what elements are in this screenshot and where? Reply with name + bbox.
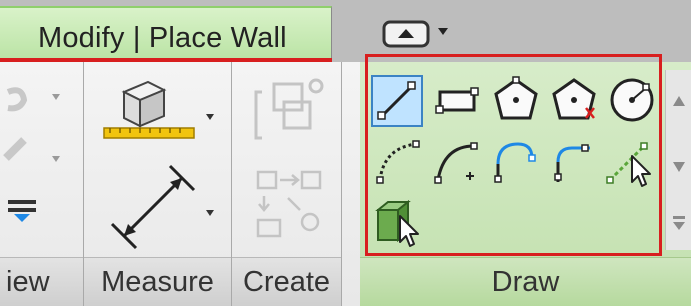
tab-label: Modify | Place Wall bbox=[38, 22, 287, 54]
panel-measure: Measure bbox=[84, 62, 232, 306]
view-tools-icon[interactable] bbox=[0, 82, 80, 222]
panel-create: Create bbox=[232, 62, 342, 306]
create-tools-icon bbox=[254, 78, 324, 238]
panel-view: iew bbox=[0, 62, 84, 306]
aligned-dimension-icon[interactable] bbox=[98, 164, 228, 254]
panel-create-title: Create bbox=[232, 257, 341, 306]
panel-measure-title: Measure bbox=[84, 257, 231, 306]
tab-modify-place-wall[interactable]: Modify | Place Wall bbox=[0, 6, 332, 62]
ribbon-minimize-toggle-icon[interactable] bbox=[382, 18, 454, 50]
draw-gallery-scroller[interactable] bbox=[665, 70, 691, 250]
measure-between-refs-icon[interactable] bbox=[98, 76, 228, 146]
draw-tools-highlight-frame bbox=[365, 54, 662, 256]
panel-draw-title: Draw bbox=[360, 257, 691, 306]
panel-view-title: iew bbox=[0, 257, 83, 306]
gallery-scroll-arrows-icon[interactable] bbox=[670, 92, 688, 232]
